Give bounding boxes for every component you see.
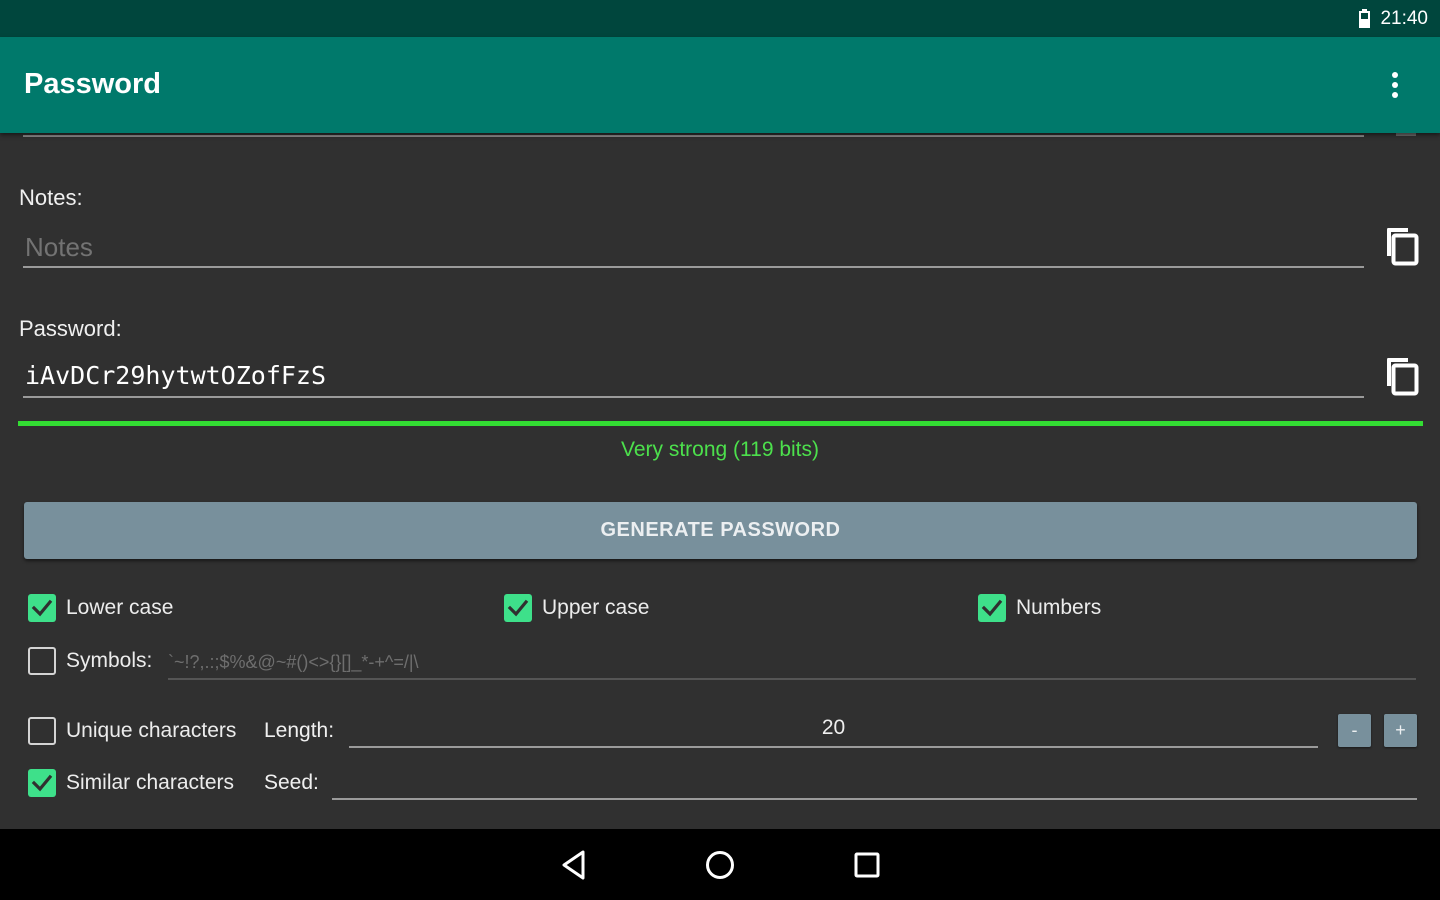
overflow-menu-icon: [1392, 72, 1398, 98]
unique-characters-option[interactable]: Unique characters: [28, 717, 236, 745]
password-field[interactable]: iAvDCr29hytwtOZofFzS: [25, 361, 326, 390]
password-strength-bar: [18, 421, 1423, 426]
recents-icon: [854, 852, 880, 878]
symbols-checkbox[interactable]: [28, 647, 56, 675]
unique-characters-label: Unique characters: [66, 719, 237, 742]
similar-characters-label: Similar characters: [66, 771, 235, 794]
lower-case-checkbox[interactable]: [28, 594, 56, 622]
copy-notes-button[interactable]: [1382, 226, 1424, 268]
check-icon: [507, 599, 529, 617]
check-icon: [31, 774, 53, 792]
status-time: 21:40: [1380, 7, 1428, 29]
numbers-option[interactable]: Numbers: [978, 594, 1101, 622]
generate-password-button[interactable]: GENERATE PASSWORD: [24, 502, 1417, 559]
upper-case-label: Upper case: [542, 596, 650, 619]
scrolled-field-underline: [23, 135, 1364, 137]
navigation-bar: [0, 829, 1440, 900]
similar-characters-checkbox[interactable]: [28, 769, 56, 797]
unique-characters-checkbox[interactable]: [28, 717, 56, 745]
lower-case-option[interactable]: Lower case: [28, 594, 173, 622]
back-icon: [562, 850, 585, 880]
notes-underline: [23, 266, 1364, 268]
app-bar: Password: [0, 37, 1440, 133]
length-input[interactable]: 20: [349, 716, 1318, 740]
page-title: Password: [24, 68, 161, 100]
symbols-label: Symbols:: [66, 649, 153, 672]
symbols-input[interactable]: `~!?,.:;$%&@~#()<>{}[]_*-+^=/|\: [168, 648, 1416, 680]
scrollbar[interactable]: [1396, 133, 1416, 136]
password-label: Password:: [19, 316, 122, 341]
home-button[interactable]: [698, 843, 742, 887]
upper-case-checkbox[interactable]: [504, 594, 532, 622]
copy-icon: [1387, 358, 1419, 396]
battery-icon: [1359, 9, 1371, 28]
seed-label: Seed:: [264, 771, 319, 794]
password-strength-text: Very strong (119 bits): [620, 438, 820, 461]
numbers-label: Numbers: [1016, 596, 1102, 619]
length-label: Length:: [264, 719, 335, 742]
check-icon: [31, 599, 53, 617]
lower-case-label: Lower case: [66, 596, 174, 619]
copy-password-button[interactable]: [1382, 356, 1424, 398]
symbols-option[interactable]: Symbols:: [28, 647, 152, 675]
upper-case-option[interactable]: Upper case: [504, 594, 649, 622]
back-button[interactable]: [552, 843, 596, 887]
copy-icon: [1387, 228, 1419, 266]
length-increment-button[interactable]: +: [1384, 714, 1417, 747]
seed-underline: [332, 798, 1417, 800]
password-underline: [23, 396, 1364, 398]
notes-label: Notes:: [19, 185, 83, 210]
recents-button[interactable]: [845, 843, 889, 887]
password-strength-fill: [18, 421, 1423, 426]
similar-characters-option[interactable]: Similar characters: [28, 769, 234, 797]
check-icon: [981, 599, 1003, 617]
status-bar: 21:40: [0, 0, 1440, 37]
overflow-menu-button[interactable]: [1380, 65, 1410, 105]
length-underline: [349, 746, 1318, 748]
numbers-checkbox[interactable]: [978, 594, 1006, 622]
length-decrement-button[interactable]: -: [1338, 714, 1371, 747]
notes-field[interactable]: Notes: [25, 232, 93, 263]
home-icon: [706, 851, 734, 879]
